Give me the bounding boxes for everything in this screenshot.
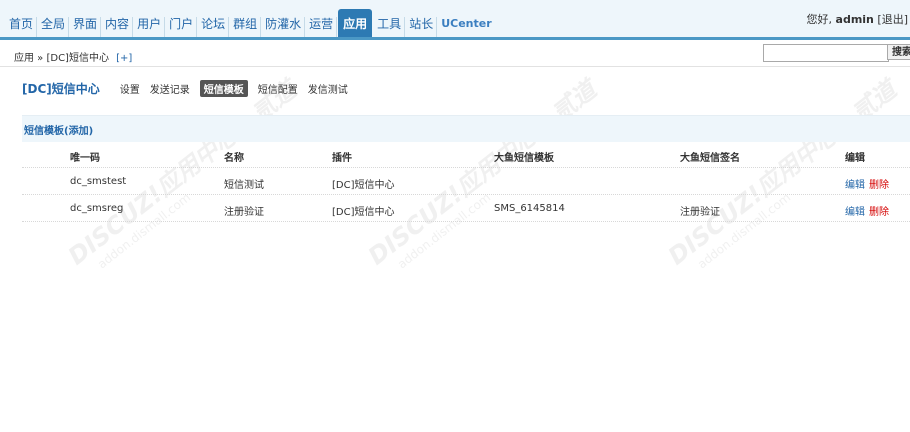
nav-menu: 首页 全局 界面 内容 用户 门户 论坛 群组 防灌水 运营 应用 工具 站长 … bbox=[6, 9, 496, 37]
logout-link[interactable]: [退出] bbox=[877, 13, 908, 26]
nav-item-operation[interactable]: 运营 bbox=[306, 17, 338, 37]
nav-item-ucenter[interactable]: UCenter bbox=[438, 17, 494, 37]
header-template: 大鱼短信模板 bbox=[494, 153, 554, 164]
nav-item-home[interactable]: 首页 bbox=[6, 17, 38, 37]
cell-template: SMS_6145814 bbox=[494, 203, 565, 214]
breadcrumb-text: 应用 » [DC]短信中心 bbox=[14, 53, 109, 64]
search-input[interactable] bbox=[763, 44, 889, 62]
nav-item-content[interactable]: 内容 bbox=[102, 17, 134, 37]
delete-link[interactable]: 删除 bbox=[869, 180, 889, 191]
nav-item-group[interactable]: 群组 bbox=[230, 17, 262, 37]
greeting-text: 您好, bbox=[806, 13, 833, 26]
submenu-sms-config[interactable]: 短信配置 bbox=[258, 81, 298, 96]
top-nav: 首页 全局 界面 内容 用户 门户 论坛 群组 防灌水 运营 应用 工具 站长 … bbox=[0, 0, 910, 40]
table-header-row: 唯一码 名称 插件 大鱼短信模板 大鱼短信签名 编辑 bbox=[22, 141, 910, 168]
breadcrumb: 应用 » [DC]短信中心 [+] bbox=[14, 49, 132, 64]
cell-code: dc_smstest bbox=[70, 176, 127, 187]
nav-item-plugin[interactable]: 应用 bbox=[338, 9, 373, 37]
submenu-send-test[interactable]: 发信测试 bbox=[308, 81, 348, 96]
user-info: 您好, admin [退出] bbox=[807, 11, 908, 27]
plugin-title: [DC]短信中心 bbox=[22, 82, 100, 96]
cell-name: 短信测试 bbox=[224, 180, 264, 191]
edit-link[interactable]: 编辑 bbox=[845, 207, 865, 218]
header-name: 名称 bbox=[224, 153, 244, 164]
header-edit: 编辑 bbox=[845, 153, 865, 164]
table-row: dc_smsreg 注册验证 [DC]短信中心 SMS_6145814 注册验证… bbox=[22, 195, 910, 222]
cell-actions: 编辑 删除 bbox=[845, 203, 889, 218]
search-button[interactable]: 搜索 bbox=[887, 44, 910, 60]
plugin-submenu: [DC]短信中心 设置 发送记录 短信模板 短信配置 发信测试 bbox=[22, 80, 358, 97]
cell-actions: 编辑 删除 bbox=[845, 176, 889, 191]
nav-item-forum[interactable]: 论坛 bbox=[198, 17, 230, 37]
nav-item-portal[interactable]: 门户 bbox=[166, 17, 198, 37]
table-row: dc_smstest 短信测试 [DC]短信中心 编辑 删除 bbox=[22, 168, 910, 195]
cell-sign: 注册验证 bbox=[680, 207, 720, 218]
delete-link[interactable]: 删除 bbox=[869, 207, 889, 218]
template-table: 唯一码 名称 插件 大鱼短信模板 大鱼短信签名 编辑 dc_smstest 短信… bbox=[22, 141, 910, 222]
section-title[interactable]: 短信模板(添加) bbox=[24, 122, 93, 137]
submenu-settings[interactable]: 设置 bbox=[120, 81, 140, 96]
cell-plugin: [DC]短信中心 bbox=[332, 207, 395, 218]
nav-item-global[interactable]: 全局 bbox=[38, 17, 70, 37]
add-shortcut-link[interactable]: [+] bbox=[116, 53, 132, 64]
nav-item-founder[interactable]: 站长 bbox=[406, 17, 438, 37]
header-plugin: 插件 bbox=[332, 153, 352, 164]
nav-item-style[interactable]: 界面 bbox=[70, 17, 102, 37]
section-header: 短信模板(添加) bbox=[22, 115, 910, 142]
nav-item-user[interactable]: 用户 bbox=[134, 17, 166, 37]
submenu-sms-template[interactable]: 短信模板 bbox=[199, 80, 248, 97]
cell-name: 注册验证 bbox=[224, 207, 264, 218]
cell-code: dc_smsreg bbox=[70, 203, 124, 214]
cell-plugin: [DC]短信中心 bbox=[332, 180, 395, 191]
username: admin bbox=[835, 13, 874, 26]
header-sign: 大鱼短信签名 bbox=[680, 153, 740, 164]
header-code: 唯一码 bbox=[70, 153, 100, 164]
breadcrumb-bar: 应用 » [DC]短信中心 [+] 搜索 bbox=[0, 40, 910, 67]
nav-item-antispam[interactable]: 防灌水 bbox=[262, 17, 306, 37]
submenu-send-log[interactable]: 发送记录 bbox=[150, 81, 190, 96]
edit-link[interactable]: 编辑 bbox=[845, 180, 865, 191]
nav-item-tools[interactable]: 工具 bbox=[374, 17, 406, 37]
